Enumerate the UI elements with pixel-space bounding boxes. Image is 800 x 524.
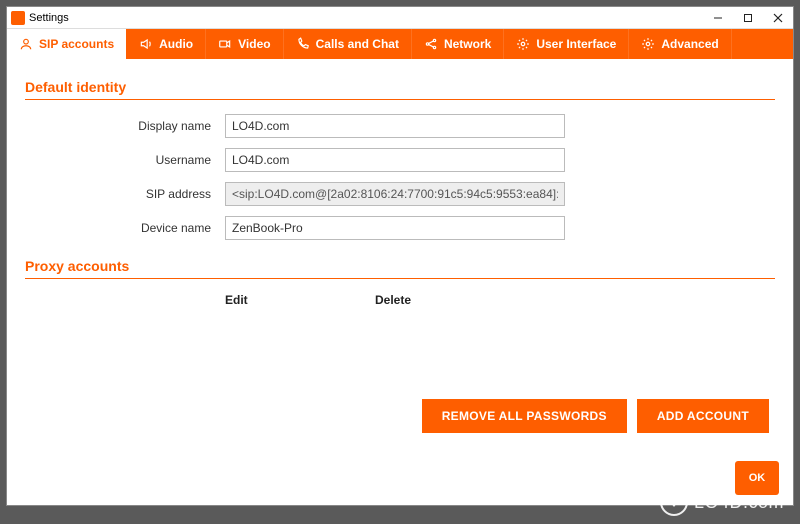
section-title-identity: Default identity [25, 79, 775, 95]
add-account-button[interactable]: ADD ACCOUNT [637, 399, 769, 433]
tab-video[interactable]: Video [206, 29, 283, 59]
tabs-filler [732, 29, 793, 59]
label-device-name: Device name [25, 221, 225, 235]
camera-icon [218, 37, 232, 51]
row-device-name: Device name [25, 216, 775, 240]
tab-user-interface[interactable]: User Interface [504, 29, 629, 59]
tab-label: User Interface [536, 37, 616, 51]
speaker-icon [139, 37, 153, 51]
row-username: Username [25, 148, 775, 172]
row-sip-address: SIP address [25, 182, 775, 206]
tab-label: Audio [159, 37, 193, 51]
label-username: Username [25, 153, 225, 167]
tab-audio[interactable]: Audio [127, 29, 206, 59]
col-edit: Edit [225, 293, 375, 307]
section-rule [25, 99, 775, 100]
window-controls [703, 7, 793, 28]
tab-label: Video [238, 37, 270, 51]
ok-button[interactable]: OK [735, 461, 779, 495]
remove-all-passwords-button[interactable]: REMOVE ALL PASSWORDS [422, 399, 627, 433]
label-sip-address: SIP address [25, 187, 225, 201]
tab-label: Network [444, 37, 491, 51]
tab-sip-accounts[interactable]: SIP accounts [7, 29, 127, 59]
tab-label: SIP accounts [39, 37, 114, 51]
section-title-proxy: Proxy accounts [25, 258, 775, 274]
col-delete: Delete [375, 293, 525, 307]
input-sip-address[interactable] [225, 182, 565, 206]
content-area: Default identity Display name Username S… [7, 59, 793, 307]
gear-icon [516, 37, 530, 51]
input-display-name[interactable] [225, 114, 565, 138]
app-icon [11, 11, 25, 25]
row-display-name: Display name [25, 114, 775, 138]
share-icon [424, 37, 438, 51]
proxy-table-header: Edit Delete [25, 293, 775, 307]
settings-window: Settings SIP accounts [6, 6, 794, 506]
gear-icon [641, 37, 655, 51]
action-buttons: REMOVE ALL PASSWORDS ADD ACCOUNT [422, 399, 769, 433]
minimize-button[interactable] [703, 7, 733, 28]
input-device-name[interactable] [225, 216, 565, 240]
window-title: Settings [29, 12, 69, 24]
phone-icon [296, 37, 310, 51]
tab-advanced[interactable]: Advanced [629, 29, 731, 59]
tabs-bar: SIP accounts Audio Video Calls and Chat [7, 29, 793, 59]
maximize-button[interactable] [733, 7, 763, 28]
tab-label: Advanced [661, 37, 718, 51]
user-icon [19, 37, 33, 51]
tab-calls-and-chat[interactable]: Calls and Chat [284, 29, 412, 59]
section-rule [25, 278, 775, 279]
tab-network[interactable]: Network [412, 29, 504, 59]
label-display-name: Display name [25, 119, 225, 133]
titlebar: Settings [7, 7, 793, 29]
close-button[interactable] [763, 7, 793, 28]
tab-label: Calls and Chat [316, 37, 399, 51]
input-username[interactable] [225, 148, 565, 172]
